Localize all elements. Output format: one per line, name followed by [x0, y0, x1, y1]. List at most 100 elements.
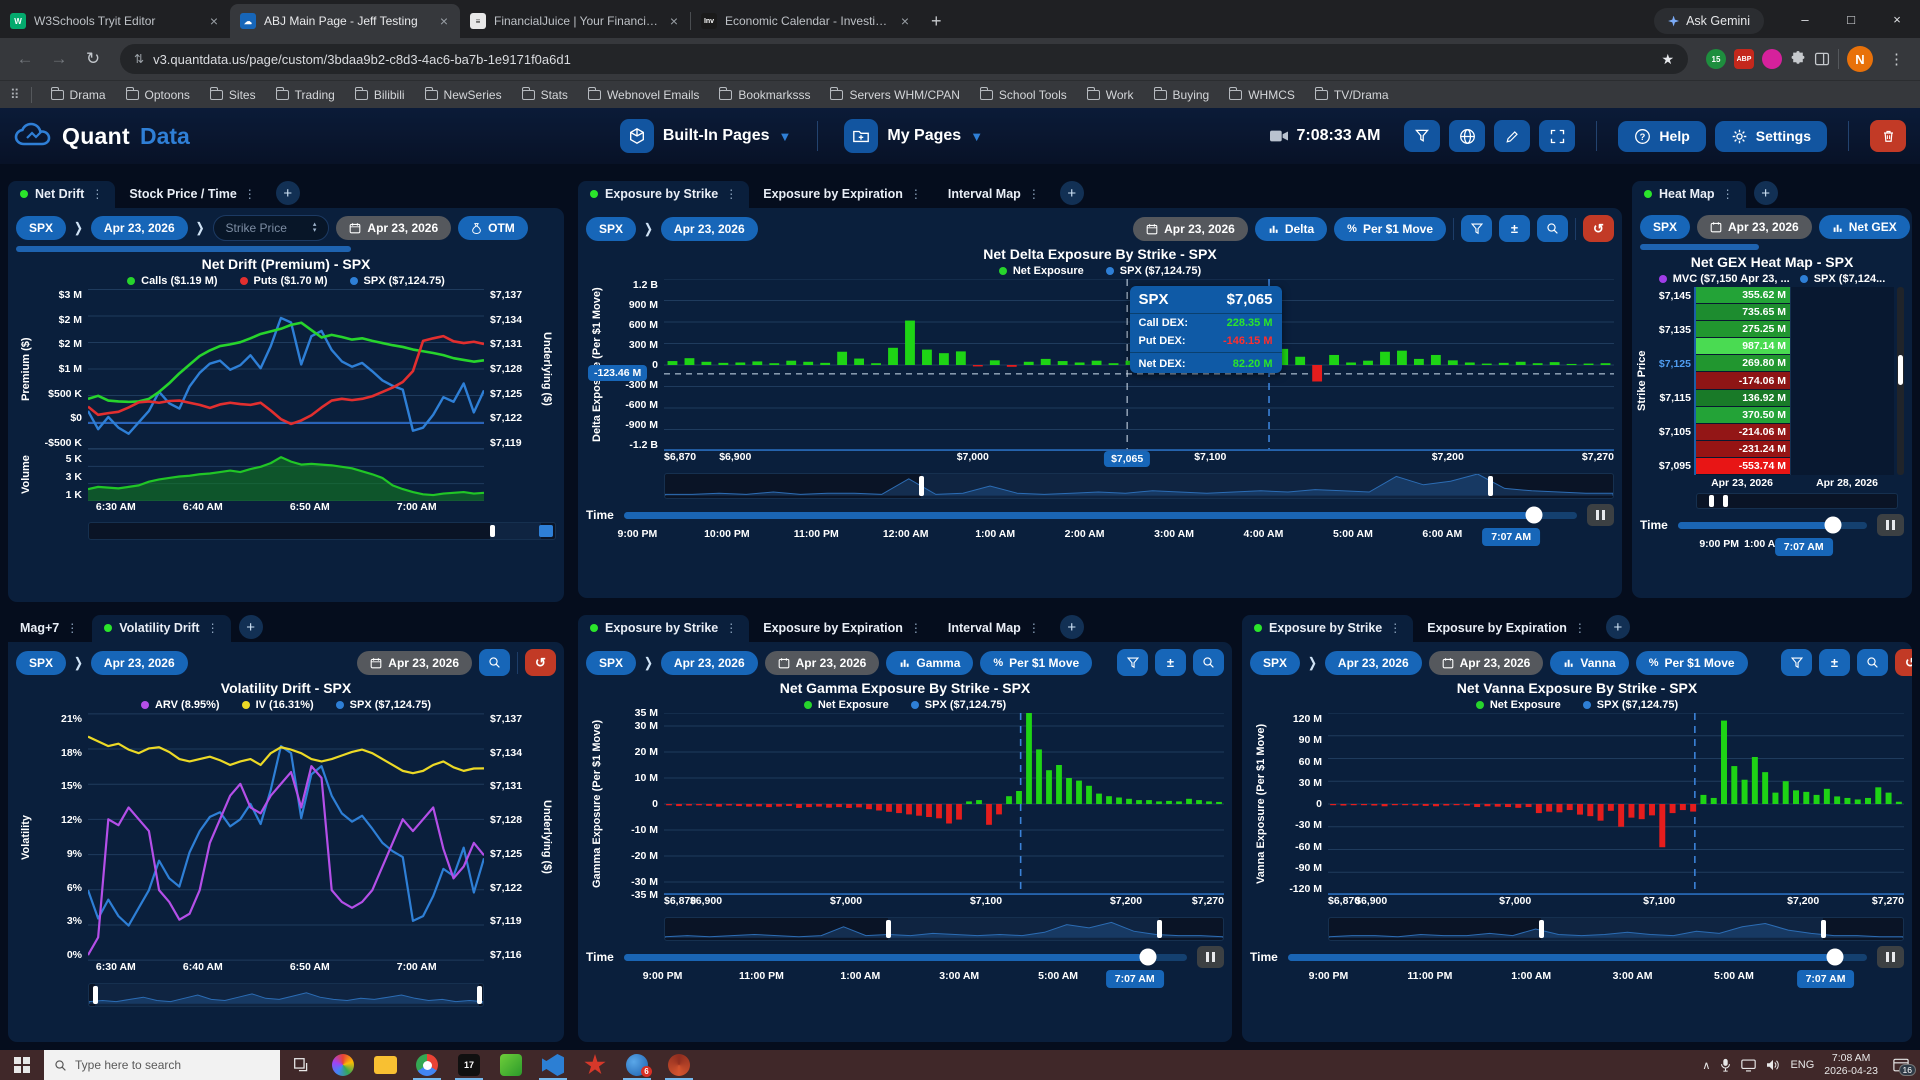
address-bar[interactable]: ⇅ v3.quantdata.us/page/custom/3bdaa9b2-c…: [120, 44, 1688, 74]
brush-selection[interactable]: [920, 474, 1490, 498]
volume-chart[interactable]: [88, 449, 484, 501]
mini-brush[interactable]: [88, 522, 556, 540]
heatmap-cell[interactable]: 370.50 M: [1696, 406, 1790, 424]
new-tab-button[interactable]: +: [931, 11, 942, 32]
net-drift-chart[interactable]: [88, 289, 484, 449]
add-tab-button[interactable]: +: [1059, 181, 1084, 205]
calendar-date-pill[interactable]: Apr 23, 2026: [1697, 215, 1812, 239]
filter-button[interactable]: [1117, 649, 1148, 676]
tab-menu-icon[interactable]: ⋮: [725, 621, 737, 635]
brush-selection[interactable]: [1541, 918, 1823, 940]
settings-button[interactable]: Settings: [1714, 120, 1827, 152]
strike-price-select[interactable]: Strike Price ▴ ▾: [212, 215, 330, 241]
add-tab-button[interactable]: +: [1059, 615, 1084, 639]
heatmap-cell[interactable]: 355.62 M: [1696, 287, 1790, 305]
filter-button[interactable]: [1461, 215, 1492, 242]
delta-bar-chart[interactable]: SPX $7,065 Call DEX: 228.35 M Put DEX: -146.…: [664, 279, 1614, 451]
bookmark-item[interactable]: Webnovel Emails: [579, 85, 708, 105]
add-tab-button[interactable]: +: [1605, 615, 1630, 639]
symbol-pill[interactable]: SPX: [16, 650, 67, 675]
heatmap-next-expiry-column[interactable]: [1790, 287, 1894, 475]
tab-menu-icon[interactable]: ⋮: [91, 187, 103, 201]
time-slider-knob[interactable]: [1525, 506, 1543, 524]
brush-handle[interactable]: [477, 986, 483, 1004]
tab-menu-icon[interactable]: ⋮: [725, 187, 737, 201]
bookmark-item[interactable]: Optoons: [117, 85, 199, 105]
date-pill[interactable]: Apr 23, 2026: [1324, 650, 1422, 675]
symbol-pill[interactable]: SPX: [586, 216, 637, 241]
metric-pill[interactable]: Delta: [1254, 216, 1328, 241]
strike-range-brush[interactable]: [1328, 917, 1904, 941]
taskbar-app-tradingview[interactable]: 17: [448, 1050, 490, 1080]
bookmark-item[interactable]: Stats: [513, 85, 577, 105]
heatmap-cell[interactable]: -553.74 M: [1696, 457, 1790, 476]
plus-minus-button[interactable]: ±: [1819, 649, 1850, 676]
vanna-bar-chart[interactable]: [1328, 713, 1904, 895]
tab-menu-icon[interactable]: ⋮: [1028, 187, 1040, 201]
tab-volatility-drift[interactable]: Volatility Drift ⋮: [92, 615, 231, 642]
bookmark-item[interactable]: TV/Drama: [1306, 85, 1398, 105]
taskbar-app-green[interactable]: [490, 1050, 532, 1080]
pause-button[interactable]: [1197, 946, 1224, 968]
date-pill[interactable]: Apr 23, 2026: [660, 216, 758, 241]
metric-pill[interactable]: Net GEX: [1818, 215, 1910, 239]
start-button[interactable]: [0, 1050, 44, 1080]
minimize-button[interactable]: –: [1782, 0, 1828, 38]
calendar-date-pill[interactable]: Apr 23, 2026: [1133, 216, 1248, 241]
time-slider-knob[interactable]: [1824, 516, 1842, 534]
tab-exposure-by-strike[interactable]: Exposure by Strike ⋮: [1242, 615, 1414, 642]
bookmark-item[interactable]: Drama: [42, 85, 115, 105]
tab-menu-icon[interactable]: ⋮: [910, 187, 922, 201]
help-button[interactable]: ? Help: [1618, 120, 1706, 152]
per-move-pill[interactable]: % Per $1 Move: [1635, 650, 1748, 675]
bookmark-item[interactable]: Sites: [201, 85, 265, 105]
delete-page-button[interactable]: [1870, 120, 1906, 152]
tab-close-icon[interactable]: ×: [899, 13, 911, 29]
per-move-pill[interactable]: % Per $1 Move: [1334, 216, 1446, 241]
my-pages-button[interactable]: My Pages ▼: [844, 119, 983, 153]
tab-menu-icon[interactable]: ⋮: [1028, 621, 1040, 635]
time-slider-track[interactable]: [623, 506, 1577, 524]
metric-pill[interactable]: Gamma: [886, 650, 974, 675]
tray-clock[interactable]: 7:08 AM 2026-04-23: [1824, 1052, 1878, 1078]
brush-handle[interactable]: [1539, 920, 1545, 938]
taskbar-app-paint[interactable]: [322, 1050, 364, 1080]
bookmark-item[interactable]: Servers WHM/CPAN: [821, 85, 968, 105]
time-slider-track[interactable]: [623, 948, 1187, 966]
heatmap-cell[interactable]: 275.25 M: [1696, 321, 1790, 339]
language-indicator[interactable]: ENG: [1790, 1059, 1814, 1071]
brush-handle[interactable]: [1820, 920, 1826, 938]
tab-exposure-by-strike[interactable]: Exposure by Strike ⋮: [578, 181, 750, 208]
tab-exposure-by-expiration[interactable]: Exposure by Expiration ⋮: [751, 181, 934, 208]
add-tab-button[interactable]: +: [1753, 181, 1778, 205]
plus-minus-button[interactable]: ±: [1155, 649, 1186, 676]
microphone-icon[interactable]: [1720, 1058, 1731, 1072]
browser-tab[interactable]: ≡ FinancialJuice | Your Financial U ×: [460, 4, 690, 38]
calendar-date-pill[interactable]: Apr 23, 2026: [357, 650, 472, 675]
heatmap-cell[interactable]: 735.65 M: [1696, 304, 1790, 322]
time-slider-knob[interactable]: [1139, 948, 1157, 966]
browser-tab[interactable]: W W3Schools Tryit Editor ×: [0, 4, 230, 38]
time-slider-track[interactable]: [1677, 516, 1867, 534]
tab-menu-icon[interactable]: ⋮: [244, 187, 256, 201]
history-reset-button[interactable]: ↺: [1583, 215, 1614, 242]
edit-pencil-button[interactable]: [1494, 120, 1531, 152]
taskbar-app-explorer[interactable]: [364, 1050, 406, 1080]
site-settings-icon[interactable]: ⇅: [134, 52, 144, 66]
pause-button[interactable]: [1877, 514, 1904, 536]
tab-net-drift[interactable]: Net Drift ⋮: [8, 181, 116, 208]
heatmap-cell[interactable]: 269.80 M: [1696, 355, 1790, 373]
bookmark-item[interactable]: NewSeries: [416, 85, 511, 105]
taskbar-app-vscode[interactable]: [532, 1050, 574, 1080]
brush-handle[interactable]: [1487, 476, 1493, 496]
time-slider-track[interactable]: [1287, 948, 1867, 966]
symbol-pill[interactable]: SPX: [1250, 650, 1301, 675]
add-tab-button[interactable]: +: [275, 181, 300, 205]
brush-handle[interactable]: [918, 476, 924, 496]
pause-button[interactable]: [1587, 504, 1614, 526]
vertical-scrollbar[interactable]: [1897, 287, 1904, 475]
symbol-pill[interactable]: SPX: [586, 650, 637, 675]
heatmap-cell[interactable]: -231.24 M: [1696, 440, 1790, 458]
tab-exposure-by-expiration[interactable]: Exposure by Expiration ⋮: [751, 615, 934, 642]
per-move-pill[interactable]: % Per $1 Move: [980, 650, 1093, 675]
